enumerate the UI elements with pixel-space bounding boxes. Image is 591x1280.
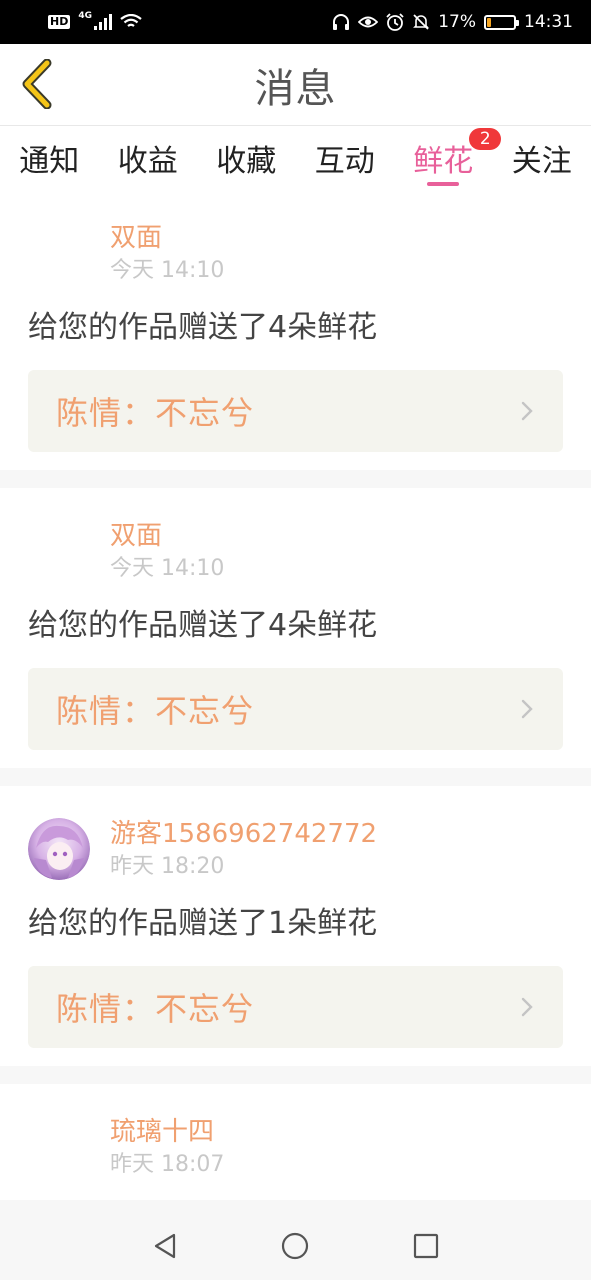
battery-percent: 17% [438,12,476,32]
tab-favorites[interactable]: 收藏 [197,126,296,190]
status-left: HD 4G [48,11,142,30]
headphones-icon [333,14,350,30]
tab-earnings[interactable]: 收益 [99,126,198,190]
circle-home-icon [282,1232,309,1260]
nav-back-button[interactable] [145,1226,185,1266]
work-link[interactable]: 陈情：不忘兮 [28,668,563,750]
message-list[interactable]: 双面 今天 14:10 给您的作品赠送了4朵鲜花 陈情：不忘兮 双面 今天 14… [0,190,591,1212]
user-name[interactable]: 双面 [110,220,224,256]
timestamp: 昨天 18:07 [110,1152,225,1177]
alarm-icon [386,13,404,31]
avatar[interactable] [28,818,90,880]
message-text: 给您的作品赠送了4朵鲜花 [28,310,378,345]
list-item: 游客1586962742772 昨天 18:20 给您的作品赠送了1朵鲜花 陈情… [0,786,591,1066]
eye-icon [358,16,379,28]
work-title: 陈情：不忘兮 [56,394,255,432]
app-header: 消息 [0,44,591,126]
hd-icon: HD [48,15,71,29]
timestamp: 今天 14:10 [110,556,225,581]
tab-following[interactable]: 关注 [493,126,591,190]
list-item: 琉璃十四 昨天 18:07 [0,1084,591,1200]
tab-label: 鲜花 2 [413,128,502,180]
tab-label: 关注 [511,144,572,179]
chevron-right-icon [521,997,533,1017]
avatar[interactable] [28,520,90,582]
timestamp: 今天 14:10 [110,258,225,283]
system-nav-bar [0,1212,591,1280]
timestamp: 昨天 18:20 [110,854,225,879]
page-title: 消息 [254,65,337,112]
network-type-label: 4G [78,11,92,21]
tab-label: 收藏 [216,144,277,179]
avatar[interactable] [28,1116,90,1178]
work-link[interactable]: 陈情：不忘兮 [28,370,563,452]
battery-level [487,17,492,27]
bell-off-icon [413,14,430,30]
avatar-image [28,818,90,880]
message-text: 给您的作品赠送了1朵鲜花 [28,906,378,941]
tab-label: 收益 [117,144,178,179]
battery-icon [484,14,519,30]
work-link[interactable]: 陈情：不忘兮 [28,966,563,1048]
user-name[interactable]: 游客1586962742772 [110,816,377,852]
work-title: 陈情：不忘兮 [56,990,255,1028]
cell-signal-icon [94,14,112,30]
list-item: 双面 今天 14:10 给您的作品赠送了4朵鲜花 陈情：不忘兮 [0,190,591,470]
status-time: 14:31 [524,12,573,32]
user-name[interactable]: 双面 [110,518,224,554]
chevron-right-icon [521,699,533,719]
tab-label: 互动 [314,144,375,179]
chevron-right-icon [521,401,533,421]
nav-recents-button[interactable] [406,1226,446,1266]
wifi-icon [120,14,142,27]
chevron-left-icon [22,59,52,109]
list-item: 双面 今天 14:10 给您的作品赠送了4朵鲜花 陈情：不忘兮 [0,488,591,768]
tab-label: 通知 [19,144,80,179]
work-title: 陈情：不忘兮 [56,692,255,730]
status-bar: HD 4G 17% 14:31 [0,0,591,44]
message-text: 给您的作品赠送了4朵鲜花 [28,608,378,643]
triangle-back-icon [155,1233,176,1259]
tab-interactions[interactable]: 互动 [296,126,395,190]
back-button[interactable] [14,56,58,112]
tab-flowers[interactable]: 鲜花 2 [394,126,502,190]
nav-home-button[interactable] [275,1226,315,1266]
avatar[interactable] [28,222,90,284]
tab-bar: 通知 收益 收藏 互动 鲜花 2 关注 [0,126,591,190]
square-recents-icon [413,1233,438,1259]
user-name[interactable]: 琉璃十四 [110,1114,224,1150]
status-right: 17% 14:31 [332,12,573,32]
tab-notifications[interactable]: 通知 [0,126,99,190]
